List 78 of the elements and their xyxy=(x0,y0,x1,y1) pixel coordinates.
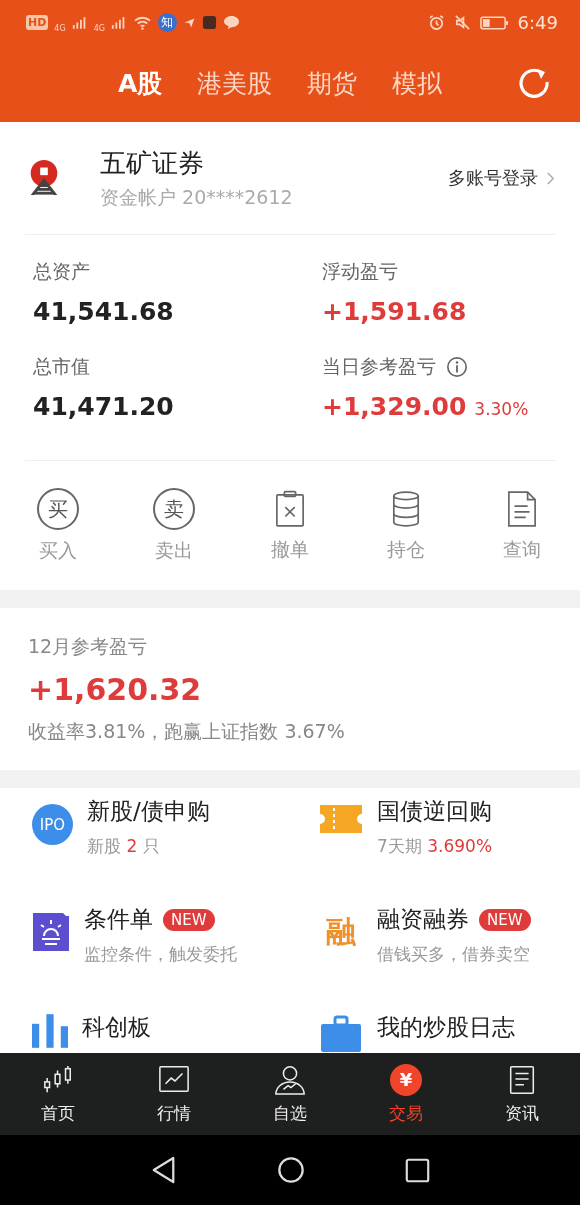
document-icon xyxy=(507,489,537,529)
service-item[interactable]: IPO 新股/债申购 新股 2 只 xyxy=(32,796,319,904)
bottom-nav-tab[interactable]: 自选 xyxy=(232,1053,348,1135)
network-label: 4G xyxy=(93,24,105,33)
service-title: 新股/债申购 xyxy=(87,797,210,826)
trade-action-button[interactable]: 卖 卖出 xyxy=(116,462,232,590)
network-label: 4G xyxy=(54,24,66,33)
cancel-order-icon xyxy=(275,489,305,529)
recent-apps-icon[interactable] xyxy=(404,1157,430,1183)
service-subtitle: 新股 2 只 xyxy=(87,835,161,858)
action-label: 持仓 xyxy=(387,537,425,562)
return-summary: 收益率3.81%，跑赢上证指数 3.67% xyxy=(28,719,346,744)
multi-account-login-link[interactable]: 多账号登录 xyxy=(448,166,555,190)
service-subtitle: 借钱买多，借券卖空 xyxy=(377,943,531,966)
light-bulb-icon xyxy=(32,912,70,952)
ticket-icon xyxy=(319,804,363,834)
service-item[interactable]: 科创板 xyxy=(32,1012,319,1052)
paper-plane-icon xyxy=(182,16,196,29)
ipo-icon: IPO xyxy=(32,804,73,845)
bottom-nav-tab[interactable]: ¥ 交易 xyxy=(348,1053,464,1135)
stat-value: 41,541.68 xyxy=(33,297,174,326)
alarm-icon xyxy=(427,14,445,31)
chevron-right-icon xyxy=(546,170,555,186)
account-number: 资金帐户 20****2612 xyxy=(100,184,293,210)
action-label: 卖出 xyxy=(155,538,193,563)
service-item[interactable]: 融 融资融券 NEW 借钱买多，借券卖空 xyxy=(319,904,580,1012)
chat-bubble-icon xyxy=(222,15,240,30)
action-label: 买入 xyxy=(39,538,77,563)
monthly-pnl-label: 12月参考盈亏 xyxy=(28,634,149,659)
bottom-nav-tab[interactable]: 资讯 xyxy=(464,1053,580,1135)
wifi-icon xyxy=(132,15,152,30)
yen-icon: ¥ xyxy=(390,1063,422,1096)
circle-glyph-icon: 买 xyxy=(37,488,79,530)
stat-label: 当日参考盈亏 xyxy=(322,354,436,379)
market-tab[interactable]: A股 xyxy=(118,61,163,106)
stat-label: 总市值 xyxy=(33,354,90,379)
service-item[interactable]: 我的炒股日志 xyxy=(319,1012,580,1052)
new-badge: NEW xyxy=(163,908,215,931)
stat-value: 41,471.20 xyxy=(33,392,174,421)
hd-label: HD xyxy=(26,15,49,30)
circle-glyph-icon: 卖 xyxy=(153,488,195,530)
stat-value: +1,329.00 xyxy=(322,392,467,421)
database-icon xyxy=(391,489,421,529)
signal-icon xyxy=(71,15,88,30)
briefcase-icon xyxy=(319,1014,363,1052)
finance-glyph-icon: 融 xyxy=(319,912,363,952)
stat-label: 总资产 xyxy=(33,259,90,284)
stat-value: +1,591.68 xyxy=(322,297,467,326)
action-label: 撤单 xyxy=(271,537,309,562)
app-notification-icon xyxy=(201,15,217,30)
service-title: 科创板 xyxy=(82,1013,151,1042)
signal-icon xyxy=(110,15,127,30)
bar-chart-icon xyxy=(32,1014,68,1048)
bottom-nav-tab[interactable]: 首页 xyxy=(0,1053,116,1135)
service-title: 我的炒股日志 xyxy=(377,1013,515,1042)
monthly-pnl-value: +1,620.32 xyxy=(28,672,203,707)
stat-label: 浮动盈亏 xyxy=(322,259,398,284)
action-label: 查询 xyxy=(503,537,541,562)
back-icon[interactable] xyxy=(150,1155,177,1185)
info-icon[interactable] xyxy=(446,356,468,378)
service-subtitle: 监控条件，触发委托 xyxy=(84,943,237,966)
service-title: 国债逆回购 xyxy=(377,797,492,826)
app-notification-icon: 知 xyxy=(157,13,177,32)
percent-change: 3.30% xyxy=(474,399,529,419)
service-item[interactable]: 条件单 NEW 监控条件，触发委托 xyxy=(32,904,319,1012)
person-chart-icon xyxy=(274,1063,306,1096)
service-title: 条件单 xyxy=(84,905,153,934)
clock-time: 6:49 xyxy=(517,12,558,33)
mute-icon xyxy=(453,14,471,31)
broker-name: 五矿证券 xyxy=(100,146,205,180)
trade-action-button[interactable]: 买 买入 xyxy=(0,462,116,590)
service-title: 融资融券 xyxy=(377,905,469,934)
service-subtitle: 7天期 3.690% xyxy=(377,835,493,858)
battery-icon xyxy=(479,14,509,31)
new-badge: NEW xyxy=(479,908,531,931)
service-item[interactable]: 国债逆回购 7天期 3.690% xyxy=(319,796,580,904)
home-icon[interactable] xyxy=(276,1156,305,1184)
bottom-nav-tab[interactable]: 行情 xyxy=(116,1053,232,1135)
